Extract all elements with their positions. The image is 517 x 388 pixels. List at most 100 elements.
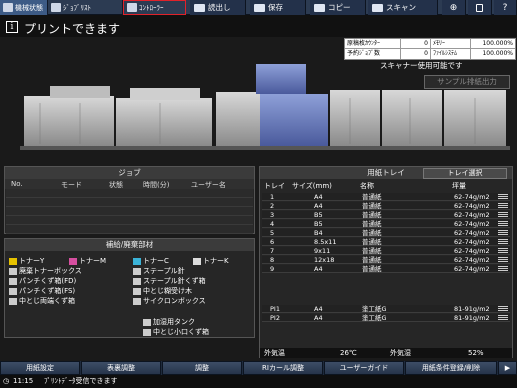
tray-columns: トレイ サイズ(mm) 名称 坪量: [260, 181, 512, 191]
tray-weight: 62-74g/m2: [454, 256, 490, 264]
machine-illustration: [20, 64, 510, 150]
table-row[interactable]: 6 8.5x11 普通紙 62-74g/m2: [262, 238, 510, 246]
table-row[interactable]: 1 A4 普通紙 62-74g/m2: [262, 193, 510, 201]
supply-saddle-glue: 中とじ糊受け木: [133, 286, 192, 296]
read-button[interactable]: 読出し: [190, 0, 246, 15]
duplex-adjust-button[interactable]: 表裏調整: [81, 361, 161, 375]
table-row[interactable]: 9 A4 普通紙 62-74g/m2: [262, 265, 510, 273]
status-message: ﾌﾟﾘﾝﾄﾃﾞｰﾀ受信できます: [44, 377, 118, 385]
paper-condition-button[interactable]: 用紙条件登録/削除: [405, 361, 497, 375]
trim-icon: [9, 297, 17, 305]
tray-weight: 62-74g/m2: [454, 229, 490, 237]
paper-level-icon: [498, 306, 508, 312]
list-item[interactable]: [6, 225, 253, 234]
status-bar: ◷ 11:15 ﾌﾟﾘﾝﾄﾃﾞｰﾀ受信できます: [0, 375, 517, 388]
next-page-button[interactable]: ▶: [498, 361, 517, 375]
help-icon: ?: [502, 2, 508, 13]
staple-waste-icon: [133, 277, 141, 285]
tray-col-size: サイズ(mm): [292, 182, 332, 190]
memory-value: 100.000%: [482, 39, 513, 47]
table-row[interactable]: 5 B4 普通紙 62-74g/m2: [262, 229, 510, 237]
paper-level-icon: [498, 221, 508, 227]
tab-job-list[interactable]: ｼﾞｮﾌﾞﾘｽﾄ: [48, 0, 123, 15]
adjust-button[interactable]: 調整: [162, 361, 242, 375]
supply-punch-fs: パンチくず箱(FS): [9, 286, 75, 296]
scan-icon: [372, 3, 383, 12]
tray-size: 9x11: [314, 247, 331, 255]
tray-paper-name: 塗工紙G: [362, 314, 387, 322]
tab-controller[interactable]: ｺﾝﾄﾛｰﾗｰ: [123, 0, 186, 15]
supply-cyclone-box: サイクロンボックス: [133, 296, 206, 306]
table-row[interactable]: PI2 A4 塗工紙G 81-91g/m2: [262, 314, 510, 322]
list-item[interactable]: [6, 216, 253, 225]
job-list-icon: [51, 3, 61, 12]
table-row[interactable]: 2 A4 普通紙 62-74g/m2: [262, 202, 510, 210]
user-guide-button[interactable]: ユーザーガイド: [324, 361, 404, 375]
status-time: 11:15: [13, 377, 34, 385]
humidity-label: 外気湿: [390, 349, 411, 357]
table-row[interactable]: 7 9x11 普通紙 62-74g/m2: [262, 247, 510, 255]
machine-icon: [3, 3, 13, 12]
supplies-title: 補給/廃棄部材: [5, 239, 254, 251]
tray-weight: 62-74g/m2: [454, 193, 490, 201]
jobs-list[interactable]: [6, 189, 253, 234]
tray-size: 8.5x11: [314, 238, 337, 246]
supplies-panel: 補給/廃棄部材 トナーY トナーM トナーC トナーK 廃棄トナーボックス ステ…: [4, 238, 255, 338]
tray-size: B4: [314, 229, 323, 237]
ri-curl-adjust-button[interactable]: RIカール調整: [243, 361, 323, 375]
tray-id: 6: [270, 238, 275, 246]
table-row[interactable]: PI1 A4 塗工紙G 81-91g/m2: [262, 305, 510, 313]
info-icon: i: [6, 21, 18, 33]
bottom-button-bar: 用紙設定 表裏調整 調整 RIカール調整 ユーザーガイド 用紙条件登録/削除 ▶: [0, 361, 517, 375]
environment-bar: 外気温 26℃ 外気湿 52%: [260, 348, 512, 358]
tray-paper-name: 普通紙: [362, 256, 382, 264]
table-row[interactable]: 8 12x18 普通紙 62-74g/m2: [262, 256, 510, 264]
paper-level-icon: [498, 212, 508, 218]
jobs-title: ジョブ: [5, 167, 254, 179]
tray-size: A4: [314, 305, 323, 313]
tray-size: A4: [314, 265, 323, 273]
counter-value: 0: [401, 38, 431, 49]
tab-machine-status[interactable]: 機械状態: [0, 0, 48, 15]
save-button[interactable]: 保存: [250, 0, 306, 15]
globe-button[interactable]: ⊕: [442, 0, 466, 15]
tray-size: 12x18: [314, 256, 335, 264]
list-item[interactable]: [6, 189, 253, 198]
top-tab-bar: 機械状態 ｼﾞｮﾌﾞﾘｽﾄ ｺﾝﾄﾛｰﾗｰ 読出し 保存 コピー スキャン ⊕ …: [0, 0, 517, 15]
tray-size: B5: [314, 211, 323, 219]
toner-k-icon: [193, 257, 201, 265]
tray-weight: 62-74g/m2: [454, 220, 490, 228]
supply-punch-fd: パンチくず箱(FD): [9, 276, 76, 286]
supply-toner-y: トナーY: [9, 256, 44, 266]
supply-waste-toner: 廃棄トナーボックス: [9, 266, 82, 276]
table-row[interactable]: 3 B5 普通紙 62-74g/m2: [262, 211, 510, 219]
tray-weight: 81-91g/m2: [454, 305, 490, 313]
copy-button[interactable]: コピー: [310, 0, 366, 15]
list-item[interactable]: [6, 198, 253, 207]
tray-paper-name: 普通紙: [362, 265, 382, 273]
tray-paper-name: 普通紙: [362, 211, 382, 219]
list-item[interactable]: [6, 207, 253, 216]
help-button[interactable]: ?: [494, 0, 517, 15]
jobs-panel: ジョブ No. モード 状態 時間(分) ユーザー名: [4, 166, 255, 234]
table-row[interactable]: 4 B5 普通紙 62-74g/m2: [262, 220, 510, 228]
tray-select-button[interactable]: トレイ選択: [423, 168, 507, 179]
tank-icon: [143, 318, 151, 326]
tray-size: B5: [314, 220, 323, 228]
tray-id: 3: [270, 211, 275, 219]
scan-button[interactable]: スキャン: [368, 0, 438, 15]
paper-level-icon: [498, 239, 508, 245]
jobs-col-no: No.: [11, 180, 23, 188]
paper-level-icon: [498, 248, 508, 254]
humidity-value: 52%: [468, 349, 484, 357]
tray-id: 7: [270, 247, 275, 255]
paper-settings-button[interactable]: 用紙設定: [0, 361, 80, 375]
memory-label: ﾒﾓﾘｰ: [431, 38, 471, 49]
tray-weight: 62-74g/m2: [454, 211, 490, 219]
tray-col-weight: 坪量: [452, 182, 466, 190]
paper-level-icon: [498, 194, 508, 200]
supply-toner-m: トナーM: [69, 256, 106, 266]
lock-icon: [476, 3, 483, 12]
lock-button[interactable]: [468, 0, 492, 15]
paper-level-icon: [498, 315, 508, 321]
